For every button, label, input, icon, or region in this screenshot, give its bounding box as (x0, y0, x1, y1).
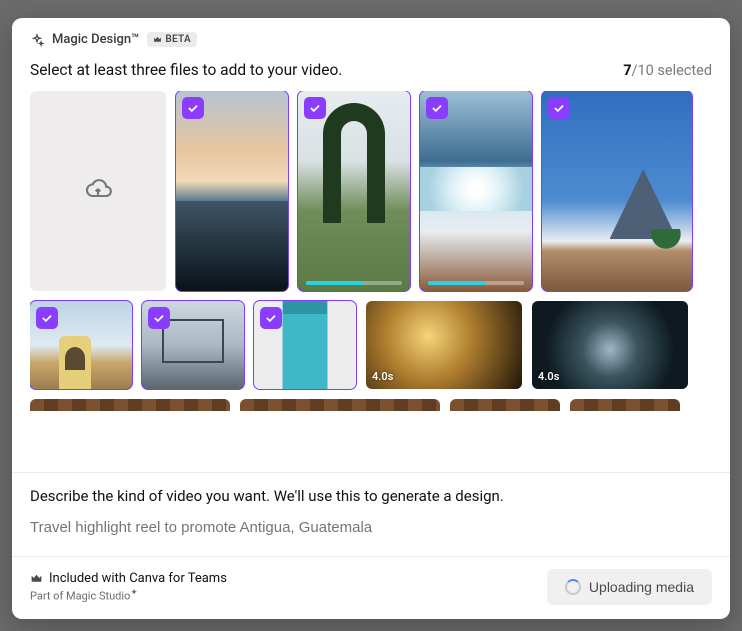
describe-section: Describe the kind of video you want. We'… (12, 472, 730, 556)
crown-icon (30, 572, 43, 585)
selection-count-number: 7 (623, 62, 631, 79)
selection-count: 7/10 selected (623, 62, 712, 79)
sparkle-icon (30, 33, 44, 47)
media-tile[interactable]: 4.0s (532, 301, 688, 389)
duration-label: 4.0s (372, 370, 393, 383)
describe-input[interactable] (30, 519, 712, 536)
media-tile[interactable] (142, 301, 244, 389)
beta-label: BETA (165, 34, 191, 45)
thumbnail-image (30, 399, 230, 411)
media-tile[interactable] (570, 399, 680, 411)
check-icon (36, 307, 58, 329)
describe-label: Describe the kind of video you want. We'… (30, 487, 712, 505)
media-tile[interactable] (30, 301, 132, 389)
thumbnail-image (298, 91, 410, 291)
gallery-wrap: 4.0s 4.0s (12, 91, 730, 472)
thumbnail-image (570, 399, 680, 411)
media-tile[interactable]: 4.0s (366, 301, 522, 389)
gallery-row (30, 91, 710, 291)
thumbnail-image (240, 399, 440, 411)
upload-tile[interactable] (30, 91, 166, 291)
media-tile[interactable] (542, 91, 692, 291)
check-icon (548, 97, 570, 119)
gallery-row (30, 399, 710, 411)
media-tile[interactable] (30, 399, 230, 411)
instruction-row: Select at least three files to add to yo… (12, 53, 730, 91)
spinner-icon (565, 579, 581, 595)
media-tile[interactable] (240, 399, 440, 411)
thumbnail-image (450, 399, 560, 411)
modal-footer: Included with Canva for Teams Part of Ma… (12, 556, 730, 619)
gallery-row: 4.0s 4.0s (30, 301, 710, 389)
media-tile[interactable] (420, 91, 532, 291)
thumbnail-image (420, 91, 532, 291)
included-line: Included with Canva for Teams (30, 571, 227, 586)
magic-design-modal: Magic Design™ BETA Select at least three… (12, 18, 730, 619)
media-tile[interactable] (254, 301, 356, 389)
modal-header: Magic Design™ BETA (12, 18, 730, 53)
check-icon (304, 97, 326, 119)
upload-progress (306, 281, 402, 285)
uploading-button[interactable]: Uploading media (547, 569, 712, 605)
brand-title: Magic Design™ (52, 32, 139, 47)
check-icon (426, 97, 448, 119)
part-of-line: Part of Magic Studio✦ (30, 588, 227, 603)
cloud-upload-icon (84, 175, 112, 207)
beta-badge: BETA (147, 32, 197, 47)
media-tile[interactable] (176, 91, 288, 291)
instruction-text: Select at least three files to add to yo… (30, 61, 342, 79)
duration-label: 4.0s (538, 370, 559, 383)
check-icon (260, 307, 282, 329)
check-icon (148, 307, 170, 329)
included-label: Included with Canva for Teams (49, 571, 227, 586)
thumbnail-image (176, 91, 288, 291)
media-tile[interactable] (298, 91, 410, 291)
check-icon (182, 97, 204, 119)
uploading-label: Uploading media (589, 579, 694, 595)
selection-count-limit: /10 selected (632, 62, 712, 79)
upload-progress (428, 281, 524, 285)
crown-icon (153, 35, 162, 44)
media-gallery[interactable]: 4.0s 4.0s (30, 91, 724, 411)
footer-left: Included with Canva for Teams Part of Ma… (30, 571, 227, 603)
thumbnail-image (542, 91, 692, 291)
media-tile[interactable] (450, 399, 560, 411)
